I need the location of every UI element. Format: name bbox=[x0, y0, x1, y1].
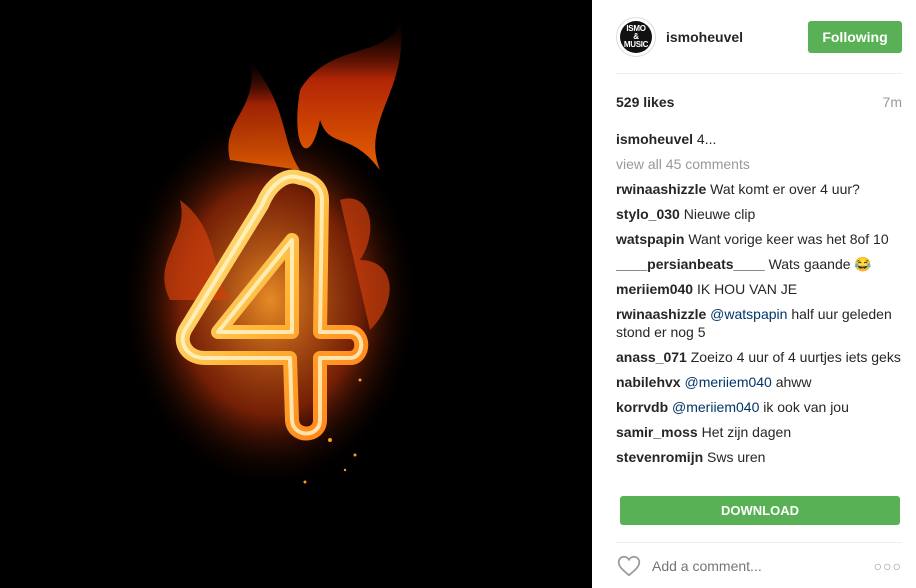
post-time[interactable]: 7m bbox=[883, 94, 902, 110]
comment-username[interactable]: rwinaashizzle bbox=[616, 181, 706, 197]
comment-item: samir_moss Het zijn dagen bbox=[616, 423, 902, 441]
caption-username[interactable]: ismoheuvel bbox=[616, 131, 693, 147]
comment-username[interactable]: stylo_030 bbox=[616, 206, 680, 222]
comment-text: Sws uren bbox=[707, 449, 766, 465]
more-options-icon[interactable]: ○○○ bbox=[874, 558, 902, 574]
comment-text: ik ook van jou bbox=[763, 399, 849, 415]
comment-text: Wat komt er over 4 uur? bbox=[710, 181, 860, 197]
comment-item: rwinaashizzle Wat komt er over 4 uur? bbox=[616, 180, 902, 198]
comment-mention[interactable]: @meriiem040 bbox=[684, 374, 771, 390]
likes-count[interactable]: 529 likes bbox=[616, 94, 674, 110]
comment-item: meriiem040 IK HOU VAN JE bbox=[616, 280, 902, 298]
post-header: ISMO & MUSIC ismoheuvel Following bbox=[616, 0, 902, 74]
comment-username[interactable]: meriiem040 bbox=[616, 281, 693, 297]
following-button[interactable]: Following bbox=[808, 20, 902, 53]
comment-text: Want vorige keer was het 8of 10 bbox=[688, 231, 889, 247]
comment-item: nabilehvx @meriiem040 ahww bbox=[616, 373, 902, 391]
comment-username[interactable]: stevenromijn bbox=[616, 449, 703, 465]
post-sidebar: ISMO & MUSIC ismoheuvel Following 529 li… bbox=[592, 0, 916, 588]
comment-text: ahww bbox=[775, 374, 812, 390]
avatar[interactable]: ISMO & MUSIC bbox=[616, 16, 656, 57]
comment-item: stylo_030 Nieuwe clip bbox=[616, 205, 902, 223]
download-button[interactable]: DOWNLOAD bbox=[620, 496, 900, 525]
caption-text: 4... bbox=[696, 131, 717, 147]
comment-item: stevenromijn Sws uren bbox=[616, 448, 902, 466]
comment-text: Zoeizo 4 uur of 4 uurtjes iets geks bbox=[690, 349, 901, 365]
fire-four-image bbox=[120, 20, 420, 490]
comment-item: korrvdb @meriiem040 ik ook van jou bbox=[616, 398, 902, 416]
comment-mention[interactable]: @meriiem040 bbox=[672, 399, 759, 415]
comment-username[interactable]: ____persianbeats____ bbox=[616, 256, 765, 272]
post-image[interactable] bbox=[0, 0, 592, 588]
comment-username[interactable]: samir_moss bbox=[616, 424, 698, 440]
comment-username[interactable]: nabilehvx bbox=[616, 374, 681, 390]
comment-username[interactable]: anass_071 bbox=[616, 349, 687, 365]
avatar-logo: ISMO & MUSIC bbox=[620, 20, 652, 53]
comment-username[interactable]: rwinaashizzle bbox=[616, 306, 706, 322]
comment-username[interactable]: korrvdb bbox=[616, 399, 668, 415]
comment-item: anass_071 Zoeizo 4 uur of 4 uurtjes iets… bbox=[616, 348, 902, 366]
username-link[interactable]: ismoheuvel bbox=[666, 29, 808, 45]
comment-text: Nieuwe clip bbox=[683, 206, 756, 222]
comment-username[interactable]: watspapin bbox=[616, 231, 684, 247]
comment-footer: ○○○ bbox=[616, 542, 902, 588]
comment-mention[interactable]: @watspapin bbox=[710, 306, 787, 322]
avatar-text-3: MUSIC bbox=[623, 39, 649, 49]
heart-icon[interactable] bbox=[616, 553, 642, 579]
caption: ismoheuvel 4... bbox=[616, 130, 916, 148]
view-all-comments-link[interactable]: view all 45 comments bbox=[616, 155, 916, 173]
comment-text: Het zijn dagen bbox=[701, 424, 792, 440]
comments-list: rwinaashizzle Wat komt er over 4 uur? sty… bbox=[616, 180, 916, 466]
comment-item: watspapin Want vorige keer was het 8of 1… bbox=[616, 230, 902, 248]
comment-text: IK HOU VAN JE bbox=[696, 281, 798, 297]
comment-text: Wats gaande 😂 bbox=[768, 256, 872, 272]
comment-item: ____persianbeats____ Wats gaande 😂 bbox=[616, 255, 902, 273]
comment-item: rwinaashizzle @watspapin half uur gelede… bbox=[616, 305, 902, 341]
post-stats: 529 likes 7m bbox=[616, 94, 902, 110]
add-comment-input[interactable] bbox=[652, 557, 874, 574]
